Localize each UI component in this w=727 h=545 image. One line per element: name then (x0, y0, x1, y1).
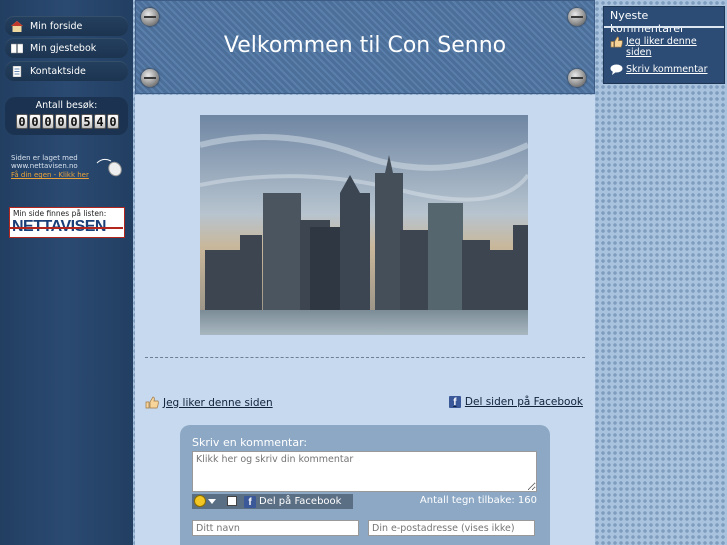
screw-icon (141, 8, 159, 26)
home-icon (11, 20, 23, 32)
like-page-label: Jeg liker denne siden (163, 396, 273, 409)
page-title: Velkommen til Con Senno (223, 33, 507, 58)
screw-icon (141, 69, 159, 87)
counter-digit: 0 (29, 114, 41, 129)
like-page-link[interactable]: Jeg liker denne siden (145, 396, 273, 409)
nav-item-label: Min forside (30, 20, 83, 32)
counter-digit: 0 (107, 114, 119, 129)
visit-counter: Antall besøk: 0 0 0 0 0 5 4 0 (5, 97, 128, 135)
comment-toolbar: f Del på Facebook (192, 494, 353, 509)
comment-heading: Skriv en kommentar: (192, 436, 308, 449)
thumbs-up-icon (145, 396, 159, 409)
nav-item-guestbook[interactable]: Min gjestebok (5, 38, 128, 58)
screw-icon (568, 69, 586, 87)
nettavisen-listing-badge[interactable]: Min side finnes på listen: NETTAVISEN (9, 207, 125, 238)
latest-comments-heading: Nyeste kommentarer (610, 9, 685, 35)
facebook-share-option: f Del på Facebook (244, 494, 341, 509)
latest-comment-like[interactable]: Jeg liker denne siden (610, 36, 716, 58)
facebook-icon: f (244, 495, 256, 508)
heading-divider (604, 26, 724, 28)
share-facebook-label: Del siden på Facebook (464, 396, 583, 408)
nav-item-label: Min gjestebok (30, 42, 97, 54)
logo-underline (10, 227, 123, 229)
nav-item-label: Kontaktside (30, 65, 86, 77)
chars-left-counter: Antall tegn tilbake: 160 (419, 495, 537, 506)
latest-comments-panel: Nyeste kommentarer Jeg liker denne siden… (603, 6, 725, 84)
left-sidebar: Min forside Min gjestebok Kontaktside An… (0, 0, 133, 545)
speech-bubble-icon (610, 64, 623, 75)
write-comment-link[interactable]: Skriv kommentar (610, 64, 708, 75)
name-field[interactable] (192, 520, 359, 536)
document-icon (12, 65, 22, 77)
dashed-divider (145, 357, 585, 358)
share-facebook-link[interactable]: f Del siden på Facebook (448, 396, 583, 408)
listing-text: Min side finnes på listen: (13, 209, 107, 218)
visit-counter-digits: 0 0 0 0 0 5 4 0 (16, 114, 119, 129)
thumbs-up-icon (610, 36, 623, 48)
counter-digit: 5 (81, 114, 93, 129)
comment-input[interactable] (192, 451, 537, 492)
share-facebook-checkbox[interactable] (227, 496, 237, 506)
facebook-share-label: Del på Facebook (259, 496, 342, 507)
mouse-icon (96, 158, 122, 177)
counter-digit: 0 (42, 114, 54, 129)
screw-icon (568, 8, 586, 26)
counter-digit: 0 (16, 114, 28, 129)
city-skyline-image (200, 115, 528, 335)
counter-digit: 0 (68, 114, 80, 129)
book-icon (11, 43, 23, 53)
counter-digit: 4 (94, 114, 106, 129)
smiley-icon[interactable] (194, 495, 206, 507)
page-header: Velkommen til Con Senno (135, 0, 595, 94)
counter-digit: 0 (55, 114, 67, 129)
main-content: Jeg liker denne siden f Del siden på Fac… (135, 95, 595, 545)
facebook-icon: f (448, 396, 461, 408)
nav-item-contact[interactable]: Kontaktside (5, 61, 128, 81)
comment-box: Skriv en kommentar: f Del på Facebook An… (180, 425, 550, 545)
latest-comment-label: Jeg liker denne siden (626, 36, 697, 58)
visit-counter-label: Antall besøk: (35, 100, 98, 111)
write-comment-label: Skriv kommentar (626, 64, 708, 75)
email-field[interactable] (368, 520, 535, 536)
nav-item-home[interactable]: Min forside (5, 16, 128, 36)
chevron-down-icon[interactable] (208, 499, 216, 504)
